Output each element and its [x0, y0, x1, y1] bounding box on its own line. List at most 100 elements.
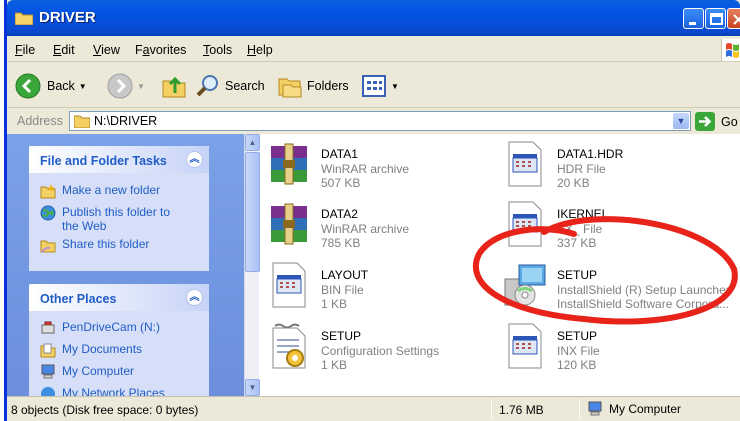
forward-dropdown-icon[interactable]: ▼: [137, 82, 145, 91]
folder-icon: [15, 12, 33, 25]
status-size: 1.76 MB: [499, 403, 544, 417]
back-label: Back: [47, 79, 75, 93]
panel-header[interactable]: Other Places ︽: [29, 284, 209, 311]
file-type: EX_ File: [557, 222, 603, 236]
file-folder-tasks-panel: File and Folder Tasks ︽ Make a new folde…: [29, 146, 209, 271]
forward-arrow-icon: [107, 73, 133, 99]
search-button[interactable]: Search: [195, 73, 265, 99]
menu-favorites[interactable]: Favorites: [135, 43, 186, 57]
views-button[interactable]: ▼: [361, 73, 399, 99]
back-dropdown-icon[interactable]: ▼: [79, 82, 87, 91]
menu-help[interactable]: Help: [247, 43, 273, 57]
file-name: LAYOUT: [321, 268, 369, 282]
place-pendrivecam[interactable]: PenDriveCam (N:): [40, 320, 160, 336]
installer-icon: [504, 264, 546, 306]
views-icon: [362, 75, 386, 97]
address-dropdown-button[interactable]: ▼: [673, 113, 689, 129]
panel-title: Other Places: [40, 292, 117, 306]
menu-bar: File Edit View Favorites Tools Help: [7, 38, 740, 62]
my-computer-icon: [588, 401, 602, 416]
file-item[interactable]: DATA1.HDR HDR File 20 KB: [501, 138, 740, 194]
document-icon: [508, 201, 542, 247]
file-type: BIN File: [321, 283, 364, 297]
address-path: N:\DRIVER: [94, 114, 158, 128]
collapse-icon[interactable]: ︽: [186, 289, 203, 306]
file-name: SETUP: [321, 329, 362, 343]
file-type: INX File: [557, 344, 600, 358]
views-dropdown-icon[interactable]: ▼: [391, 82, 399, 91]
file-name: SETUP: [557, 268, 598, 282]
file-type: HDR File: [557, 162, 606, 176]
my-computer-icon: [41, 364, 55, 379]
menu-edit[interactable]: Edit: [53, 43, 75, 57]
new-folder-icon: [40, 184, 56, 199]
file-name: SETUP: [557, 329, 598, 343]
other-places-panel: Other Places ︽ PenDriveCam (N:) My Docum…: [29, 284, 209, 396]
back-button[interactable]: Back ▼: [15, 73, 87, 99]
file-size: 120 KB: [557, 358, 597, 372]
file-company: InstallShield Software Corpora...: [557, 297, 730, 311]
status-objects: 8 objects (Disk free space: 0 bytes): [11, 403, 199, 417]
file-size: 507 KB: [321, 176, 361, 190]
menu-tools[interactable]: Tools: [203, 43, 232, 57]
explorer-window: DRIVER File Edit View Favorites Tools He…: [4, 0, 740, 421]
address-bar: Address N:\DRIVER ▼ Go: [7, 109, 740, 134]
place-my-computer[interactable]: My Computer: [40, 364, 134, 380]
address-input[interactable]: N:\DRIVER ▼: [69, 111, 691, 131]
status-divider: [491, 399, 492, 419]
maximize-button[interactable]: [705, 8, 726, 29]
share-folder-icon: [40, 240, 56, 253]
file-name: DATA1.HDR: [557, 147, 624, 161]
scroll-thumb[interactable]: [245, 152, 260, 272]
search-icon: [196, 75, 218, 97]
status-bar: 8 objects (Disk free space: 0 bytes) 1.7…: [7, 396, 740, 421]
vertical-scrollbar[interactable]: ▲ ▼: [244, 134, 260, 396]
make-new-folder-link[interactable]: Make a new folder: [40, 183, 160, 199]
file-list-pane: ▲ ▼ DATA1 WinRAR archive 507 KB DATA2 Wi…: [244, 134, 740, 396]
file-item[interactable]: SETUP Configuration Settings 1 KB: [265, 320, 505, 376]
file-type: InstallShield (R) Setup Launcher: [557, 283, 730, 297]
file-item[interactable]: DATA1 WinRAR archive 507 KB: [265, 138, 505, 194]
file-name: IKERNEL: [557, 207, 609, 221]
menu-file[interactable]: File: [15, 43, 35, 57]
place-my-documents[interactable]: My Documents: [40, 342, 142, 358]
go-button[interactable]: Go: [695, 112, 738, 131]
file-type: Configuration Settings: [321, 344, 440, 358]
window-title: DRIVER: [39, 9, 96, 26]
close-button[interactable]: [727, 8, 740, 29]
minimize-icon: [689, 22, 696, 25]
title-bar[interactable]: DRIVER: [7, 0, 740, 36]
collapse-icon[interactable]: ︽: [186, 151, 203, 168]
my-documents-icon: [40, 343, 56, 358]
menu-view[interactable]: View: [93, 43, 120, 57]
file-item[interactable]: DATA2 WinRAR archive 785 KB: [265, 198, 505, 254]
file-size: 20 KB: [557, 176, 590, 190]
share-folder-link[interactable]: Share this folder: [40, 237, 149, 253]
folders-label: Folders: [307, 79, 349, 93]
scroll-up-button[interactable]: ▲: [245, 134, 260, 151]
folders-icon: [278, 78, 302, 98]
close-icon: [733, 14, 740, 25]
up-folder-button[interactable]: [161, 73, 187, 99]
file-item[interactable]: LAYOUT BIN File 1 KB: [265, 259, 505, 315]
file-size: 785 KB: [321, 236, 361, 250]
file-item[interactable]: SETUP INX File 120 KB: [501, 320, 740, 376]
place-my-network-places[interactable]: My Network Places: [40, 386, 165, 396]
scroll-down-button[interactable]: ▼: [245, 379, 260, 396]
file-item[interactable]: SETUP InstallShield (R) Setup Launcher I…: [501, 259, 740, 315]
go-arrow-icon: [695, 112, 715, 131]
publish-folder-link[interactable]: Publish this folder to the Web: [40, 205, 170, 233]
panel-header[interactable]: File and Folder Tasks ︽: [29, 146, 209, 173]
search-label: Search: [225, 79, 265, 93]
back-arrow-icon: [15, 73, 41, 99]
folder-icon: [74, 115, 90, 128]
folders-button[interactable]: Folders: [277, 73, 349, 99]
file-type: WinRAR archive: [321, 162, 410, 176]
removable-drive-icon: [41, 321, 55, 334]
forward-button[interactable]: ▼: [107, 73, 145, 99]
file-item[interactable]: IKERNEL EX_ File 337 KB: [501, 198, 740, 254]
settings-file-icon: [272, 323, 306, 369]
status-divider: [579, 399, 580, 419]
file-type: WinRAR archive: [321, 222, 410, 236]
minimize-button[interactable]: [683, 8, 704, 29]
